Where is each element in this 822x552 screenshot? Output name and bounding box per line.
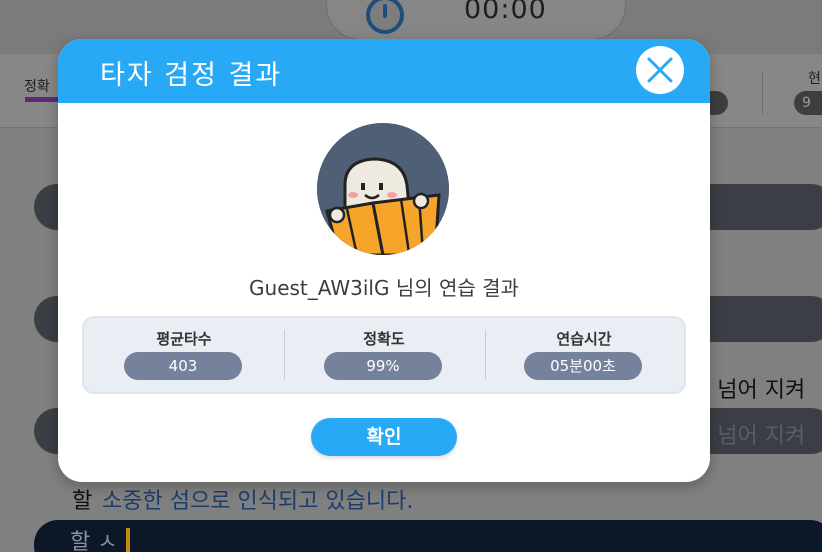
avatar-character-icon <box>317 123 449 255</box>
timer-text: 00:00 <box>464 0 547 25</box>
avatar <box>317 123 449 255</box>
result-dialog: 타자 검정 결과 Guest_AW3ilG 님의 연습 결과 평균타수 403 … <box>58 39 710 482</box>
dialog-header: 타자 검정 결과 <box>58 39 710 103</box>
stat-accuracy: 정확도 99% <box>284 318 484 392</box>
dialog-title: 타자 검정 결과 <box>100 60 283 91</box>
close-icon <box>647 57 673 83</box>
practice-line-text: 소중한 섬으로 인식되고 있습니다. <box>102 489 414 514</box>
result-summary: Guest_AW3ilG 님의 연습 결과 <box>249 276 519 300</box>
stat-label: 평균타수 <box>156 330 212 348</box>
stats-tab-accuracy[interactable]: 정확 <box>24 76 50 96</box>
practice-line-prefix: 할 <box>72 489 93 514</box>
stat-label: 연습시간 <box>556 330 612 348</box>
stats-tab-underline <box>25 97 59 102</box>
typing-input[interactable] <box>34 520 822 552</box>
stat-practice-time: 연습시간 05분00초 <box>484 318 684 392</box>
stat-value: 99% <box>324 352 442 380</box>
stat-label: 정확도 <box>363 330 405 348</box>
stat-right-label: 현 <box>808 71 821 87</box>
typing-input-text: 할 ㅅ <box>70 530 118 552</box>
close-button[interactable] <box>636 46 684 94</box>
stat-average-speed: 평균타수 403 <box>84 318 284 392</box>
stats-divider <box>762 72 763 114</box>
typing-caret <box>126 528 130 552</box>
stat-value: 403 <box>124 352 242 380</box>
stat-right-value: 9 <box>794 91 822 115</box>
confirm-button[interactable]: 확인 <box>311 418 457 456</box>
stats-panel: 평균타수 403 정확도 99% 연습시간 05분00초 <box>82 316 686 394</box>
stat-value: 05분00초 <box>524 352 642 380</box>
